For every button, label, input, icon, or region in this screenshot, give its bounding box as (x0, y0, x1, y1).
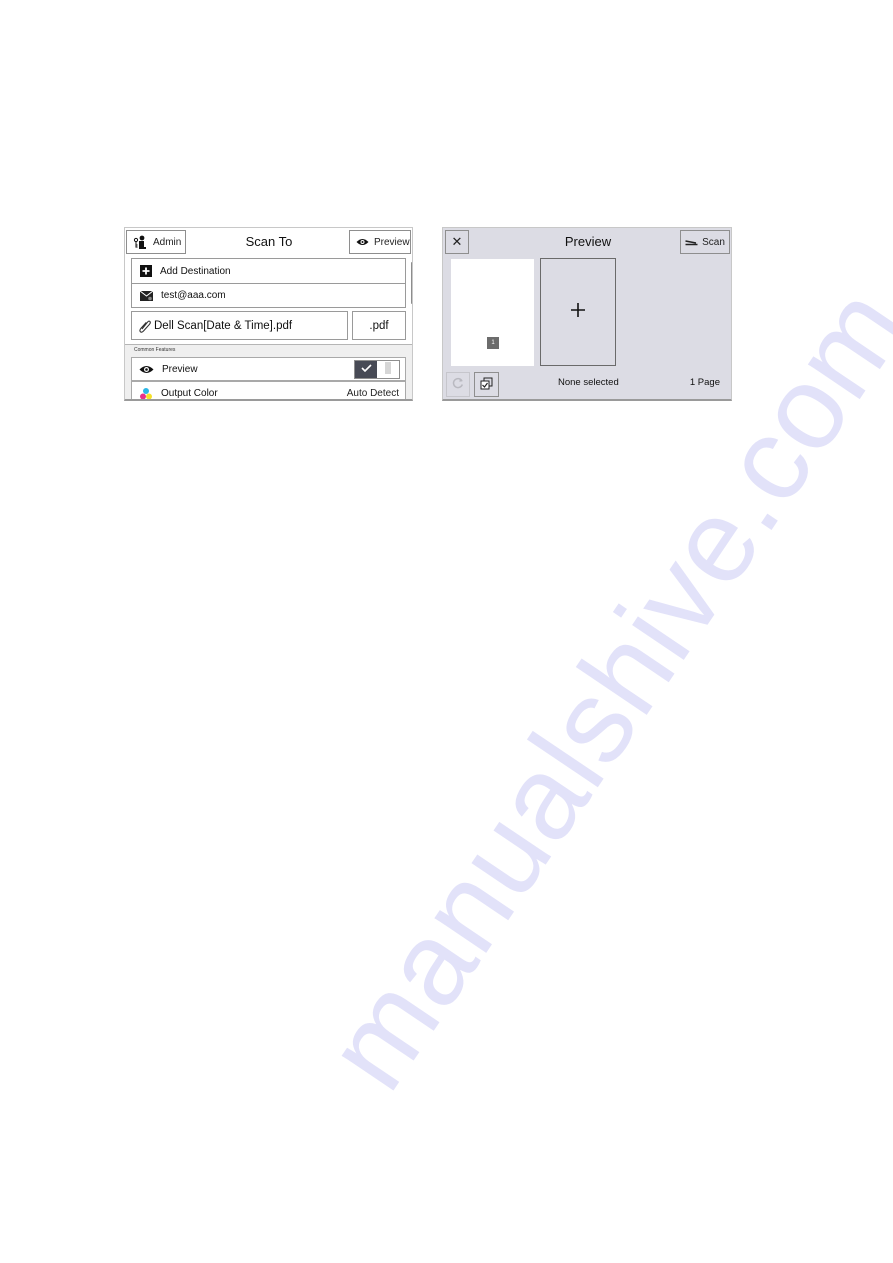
eye-icon (139, 365, 154, 374)
destination-list: Add Destination test@aaa.com (131, 258, 406, 308)
admin-button[interactable]: Admin (126, 230, 186, 254)
page-thumbnail[interactable]: 1 (451, 259, 534, 366)
preview-title: Preview (564, 234, 612, 249)
common-features-section: Common Features Preview Output Color Aut… (125, 344, 412, 399)
section-label: Common Features (134, 347, 176, 353)
preview-screen: ✕ Preview Scan 1 None selected 1 Page (442, 227, 732, 401)
feature-preview-label: Preview (162, 363, 198, 375)
envelope-icon (140, 290, 153, 301)
toggle-off (377, 361, 399, 378)
selection-status: None selected (558, 377, 619, 388)
add-destination-label: Add Destination (160, 265, 231, 277)
scrollbar[interactable] (411, 262, 412, 304)
toggle-on (355, 361, 377, 378)
preview-button[interactable]: Preview (349, 230, 411, 254)
close-icon: ✕ (451, 234, 463, 249)
scan-to-screen: Admin Scan To Preview Add Destination te… (124, 227, 413, 401)
scan-icon (685, 239, 698, 246)
page-number-badge: 1 (487, 337, 499, 349)
rotate-icon (452, 377, 464, 392)
add-page-button[interactable] (540, 258, 616, 366)
page-count: 1 Page (689, 377, 720, 388)
scan-label: Scan (702, 236, 725, 248)
destination-item[interactable]: test@aaa.com (132, 283, 405, 307)
feature-output-color-value: Auto Detect (346, 388, 399, 399)
file-type-value: .pdf (369, 319, 389, 332)
check-icon (360, 364, 372, 375)
feature-preview-row[interactable]: Preview (131, 357, 406, 381)
close-button[interactable]: ✕ (445, 230, 469, 254)
admin-label: Admin (153, 236, 182, 248)
select-all-button[interactable] (474, 372, 499, 397)
preview-label: Preview (374, 236, 410, 248)
feature-output-color-label: Output Color (161, 388, 218, 399)
page-title: Scan To (245, 234, 293, 249)
plus-icon (140, 265, 152, 277)
add-destination-row[interactable]: Add Destination (132, 259, 405, 283)
select-pages-icon (480, 377, 493, 393)
preview-toggle[interactable] (354, 360, 400, 379)
color-dots-icon (139, 387, 153, 399)
grip-icon (385, 362, 391, 377)
plus-icon (571, 302, 585, 322)
scan-button[interactable]: Scan (680, 230, 730, 254)
admin-user-icon (133, 235, 147, 249)
file-name-field[interactable]: Dell Scan[Date & Time].pdf (131, 311, 348, 340)
feature-output-color-row[interactable]: Output Color Auto Detect (131, 381, 406, 399)
eye-icon (356, 238, 369, 246)
file-type-button[interactable]: .pdf (352, 311, 406, 340)
file-name-value: Dell Scan[Date & Time].pdf (154, 319, 293, 332)
paperclip-icon (139, 319, 151, 333)
rotate-button[interactable] (446, 372, 470, 397)
destination-email: test@aaa.com (161, 290, 226, 301)
